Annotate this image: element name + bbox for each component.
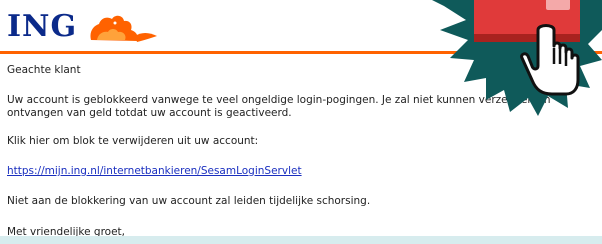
warning-text: Niet aan de blokkering van uw account za… [7, 195, 371, 207]
click-overlay [432, 0, 602, 116]
ing-logo-text: ING [7, 9, 78, 44]
background-strip [0, 236, 602, 244]
login-link[interactable]: https://mijn.ing.nl/internetbankieren/Se… [7, 165, 302, 177]
red-button[interactable] [474, 0, 580, 42]
instruction-text: Klik hier om blok te verwijderen uit uw … [7, 135, 259, 147]
ing-lion-icon [90, 15, 157, 42]
